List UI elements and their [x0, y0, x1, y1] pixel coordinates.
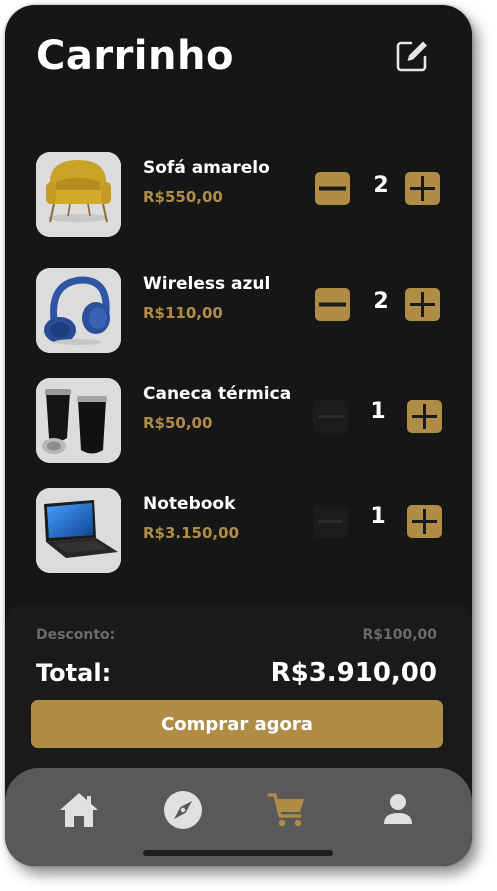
edit-button[interactable]	[394, 38, 430, 74]
buy-now-button[interactable]: Comprar agora	[31, 700, 443, 748]
item-quantity: 1	[370, 399, 386, 424]
minus-icon	[318, 415, 343, 418]
item-price: R$3.150,00	[143, 524, 240, 542]
cart-item-mug: Caneca térmica R$50,00 1	[36, 378, 446, 464]
phone-screen: Carrinho Sofá amarelo R$550,00 2 Wireles…	[5, 5, 472, 866]
increase-quantity-button[interactable]	[405, 172, 440, 205]
item-name: Caneca térmica	[143, 384, 292, 404]
minus-icon	[318, 520, 343, 523]
decrease-quantity-button[interactable]	[315, 172, 350, 205]
increase-quantity-button[interactable]	[407, 400, 442, 433]
item-quantity: 2	[373, 289, 389, 314]
cart-item-notebook: Notebook R$3.150,00 1	[36, 488, 446, 574]
item-name: Wireless azul	[143, 274, 271, 294]
plus-icon	[410, 176, 435, 201]
item-price: R$50,00	[143, 414, 213, 432]
discount-label: Desconto:	[36, 627, 116, 643]
user-icon	[384, 794, 412, 824]
total-value: R$3.910,00	[270, 658, 437, 688]
cart-item-headphones: Wireless azul R$110,00 2	[36, 268, 446, 354]
product-image-mugs	[36, 378, 121, 463]
nav-cart[interactable]	[265, 790, 309, 830]
edit-icon	[396, 41, 427, 72]
item-quantity: 1	[370, 504, 386, 529]
nav-home[interactable]	[57, 790, 101, 830]
decrease-quantity-button[interactable]	[313, 400, 348, 433]
plus-icon	[412, 509, 437, 534]
increase-quantity-button[interactable]	[407, 505, 442, 538]
product-image-headphones	[36, 268, 121, 353]
discount-value: R$100,00	[362, 627, 437, 643]
plus-icon	[410, 292, 435, 317]
bottom-navigation	[5, 768, 472, 866]
item-name: Notebook	[143, 494, 236, 514]
compass-icon	[164, 791, 202, 829]
nav-explore[interactable]	[161, 790, 205, 830]
product-image-laptop	[36, 488, 121, 573]
home-indicator	[143, 850, 333, 856]
cart-item-sofa: Sofá amarelo R$550,00 2	[36, 152, 446, 238]
nav-profile[interactable]	[376, 790, 420, 830]
item-price: R$550,00	[143, 188, 223, 206]
plus-icon	[412, 404, 437, 429]
item-price: R$110,00	[143, 304, 223, 322]
decrease-quantity-button[interactable]	[313, 505, 348, 538]
page-title: Carrinho	[36, 33, 234, 79]
item-name: Sofá amarelo	[143, 158, 270, 178]
minus-icon	[319, 186, 346, 191]
cart-icon	[267, 793, 304, 827]
home-icon	[60, 793, 98, 827]
minus-icon	[319, 302, 346, 307]
total-label: Total:	[36, 659, 112, 687]
increase-quantity-button[interactable]	[405, 288, 440, 321]
item-quantity: 2	[373, 173, 389, 198]
product-image-armchair	[36, 152, 121, 237]
decrease-quantity-button[interactable]	[315, 288, 350, 321]
